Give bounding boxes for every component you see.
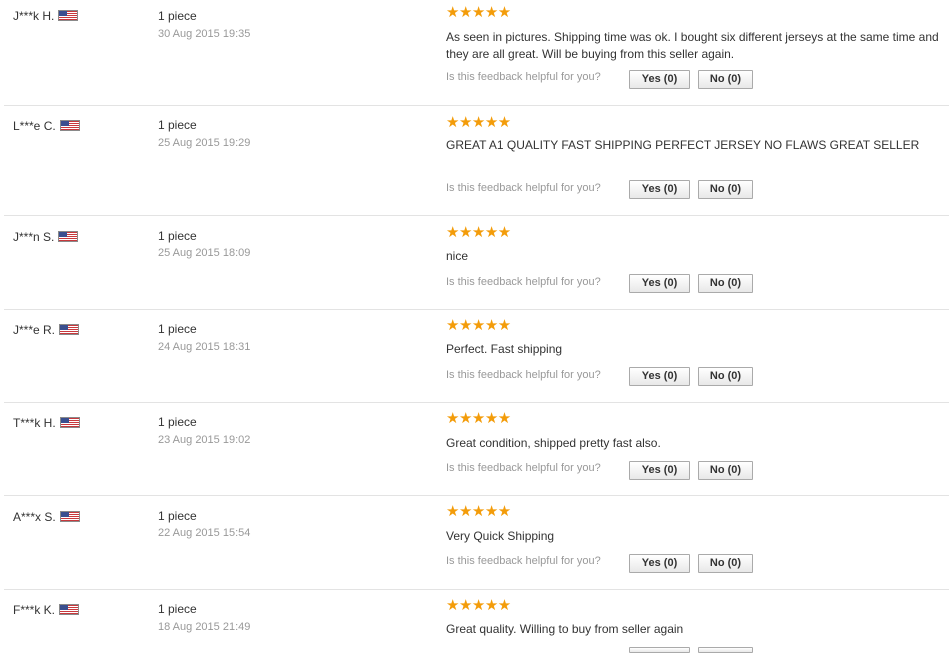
helpful-no-button[interactable]: No (0)	[698, 554, 753, 573]
star-rating: ★★★★★	[446, 114, 511, 131]
order-quantity: 1 piece	[158, 415, 197, 429]
order-quantity: 1 piece	[158, 509, 197, 523]
review-date: 25 Aug 2015 18:09	[158, 247, 251, 259]
buyer-name: A***x S.	[13, 510, 80, 524]
review-text: GREAT A1 QUALITY FAST SHIPPING PERFECT J…	[446, 138, 920, 152]
review-text: Great quality. Willing to buy from selle…	[446, 622, 684, 636]
review-item: L***e C. 1 piece 25 Aug 2015 19:29 ★★★★★…	[4, 106, 949, 216]
order-quantity: 1 piece	[158, 322, 197, 336]
star-icons: ★★★★★	[446, 503, 511, 520]
helpful-yes-button[interactable]: Yes (0)	[629, 367, 690, 386]
us-flag-icon	[59, 511, 80, 522]
review-text: Perfect. Fast shipping	[446, 342, 563, 356]
order-quantity: 1 piece	[158, 229, 197, 243]
buyer-name: J***e R.	[13, 323, 80, 337]
star-icons: ★★★★★	[446, 410, 511, 427]
review-date: 18 Aug 2015 21:49	[158, 621, 251, 633]
buyer-name: F***k K.	[13, 603, 80, 617]
review-date: 30 Aug 2015 19:35	[158, 28, 251, 40]
helpful-yes-button[interactable]: Yes (0)	[629, 180, 690, 199]
review-date: 24 Aug 2015 18:31	[158, 341, 251, 353]
star-rating: ★★★★★	[446, 503, 511, 520]
helpful-yes-button[interactable]	[629, 647, 690, 653]
helpful-no-button[interactable]: No (0)	[698, 274, 753, 293]
review-item: J***k H. 1 piece 30 Aug 2015 19:35 ★★★★★…	[4, 0, 949, 106]
review-date: 23 Aug 2015 19:02	[158, 434, 251, 446]
star-icons: ★★★★★	[446, 317, 511, 334]
helpful-prompt: Is this feedback helpful for you?	[446, 462, 601, 474]
helpful-prompt: Is this feedback helpful for you?	[446, 555, 601, 567]
star-rating: ★★★★★	[446, 410, 511, 427]
helpful-prompt: Is this feedback helpful for you?	[446, 276, 601, 288]
star-icons: ★★★★★	[446, 224, 511, 241]
us-flag-icon	[59, 120, 80, 131]
star-icons: ★★★★★	[446, 114, 511, 131]
review-text: Very Quick Shipping	[446, 529, 555, 543]
review-item: F***k K. 1 piece 18 Aug 2015 21:49 ★★★★★…	[4, 590, 949, 653]
helpful-yes-button[interactable]: Yes (0)	[629, 274, 690, 293]
helpful-no-button[interactable]	[698, 647, 753, 653]
helpful-no-button[interactable]: No (0)	[698, 70, 753, 89]
star-rating: ★★★★★	[446, 597, 511, 614]
review-date: 25 Aug 2015 19:29	[158, 137, 251, 149]
helpful-prompt: Is this feedback helpful for you?	[446, 182, 601, 194]
star-icons: ★★★★★	[446, 4, 511, 21]
us-flag-icon	[59, 417, 80, 428]
helpful-yes-button[interactable]: Yes (0)	[629, 554, 690, 573]
helpful-yes-button[interactable]: Yes (0)	[629, 70, 690, 89]
review-item: J***e R. 1 piece 24 Aug 2015 18:31 ★★★★★…	[4, 310, 949, 403]
buyer-name: T***k H.	[13, 416, 80, 430]
review-item: T***k H. 1 piece 23 Aug 2015 19:02 ★★★★★…	[4, 403, 949, 496]
review-date: 22 Aug 2015 15:54	[158, 527, 251, 539]
helpful-yes-button[interactable]: Yes (0)	[629, 461, 690, 480]
helpful-prompt: Is this feedback helpful for you?	[446, 71, 601, 83]
helpful-no-button[interactable]: No (0)	[698, 461, 753, 480]
review-text: Great condition, shipped pretty fast als…	[446, 436, 661, 450]
review-item: A***x S. 1 piece 22 Aug 2015 15:54 ★★★★★…	[4, 496, 949, 590]
order-quantity: 1 piece	[158, 602, 197, 616]
buyer-name: L***e C.	[13, 119, 80, 133]
star-rating: ★★★★★	[446, 317, 511, 334]
us-flag-icon	[58, 231, 79, 242]
review-text: nice	[446, 249, 469, 263]
buyer-name: J***k H.	[13, 9, 79, 23]
us-flag-icon	[59, 324, 80, 335]
us-flag-icon	[58, 10, 79, 21]
helpful-no-button[interactable]: No (0)	[698, 367, 753, 386]
star-icons: ★★★★★	[446, 597, 511, 614]
us-flag-icon	[59, 604, 80, 615]
helpful-no-button[interactable]: No (0)	[698, 180, 753, 199]
buyer-name: J***n S.	[13, 230, 79, 244]
order-quantity: 1 piece	[158, 9, 197, 23]
star-rating: ★★★★★	[446, 224, 511, 241]
order-quantity: 1 piece	[158, 118, 197, 132]
star-rating: ★★★★★	[446, 4, 511, 21]
review-text: As seen in pictures. Shipping time was o…	[446, 30, 939, 61]
helpful-prompt: Is this feedback helpful for you?	[446, 369, 601, 381]
review-item: J***n S. 1 piece 25 Aug 2015 18:09 ★★★★★…	[4, 216, 949, 310]
